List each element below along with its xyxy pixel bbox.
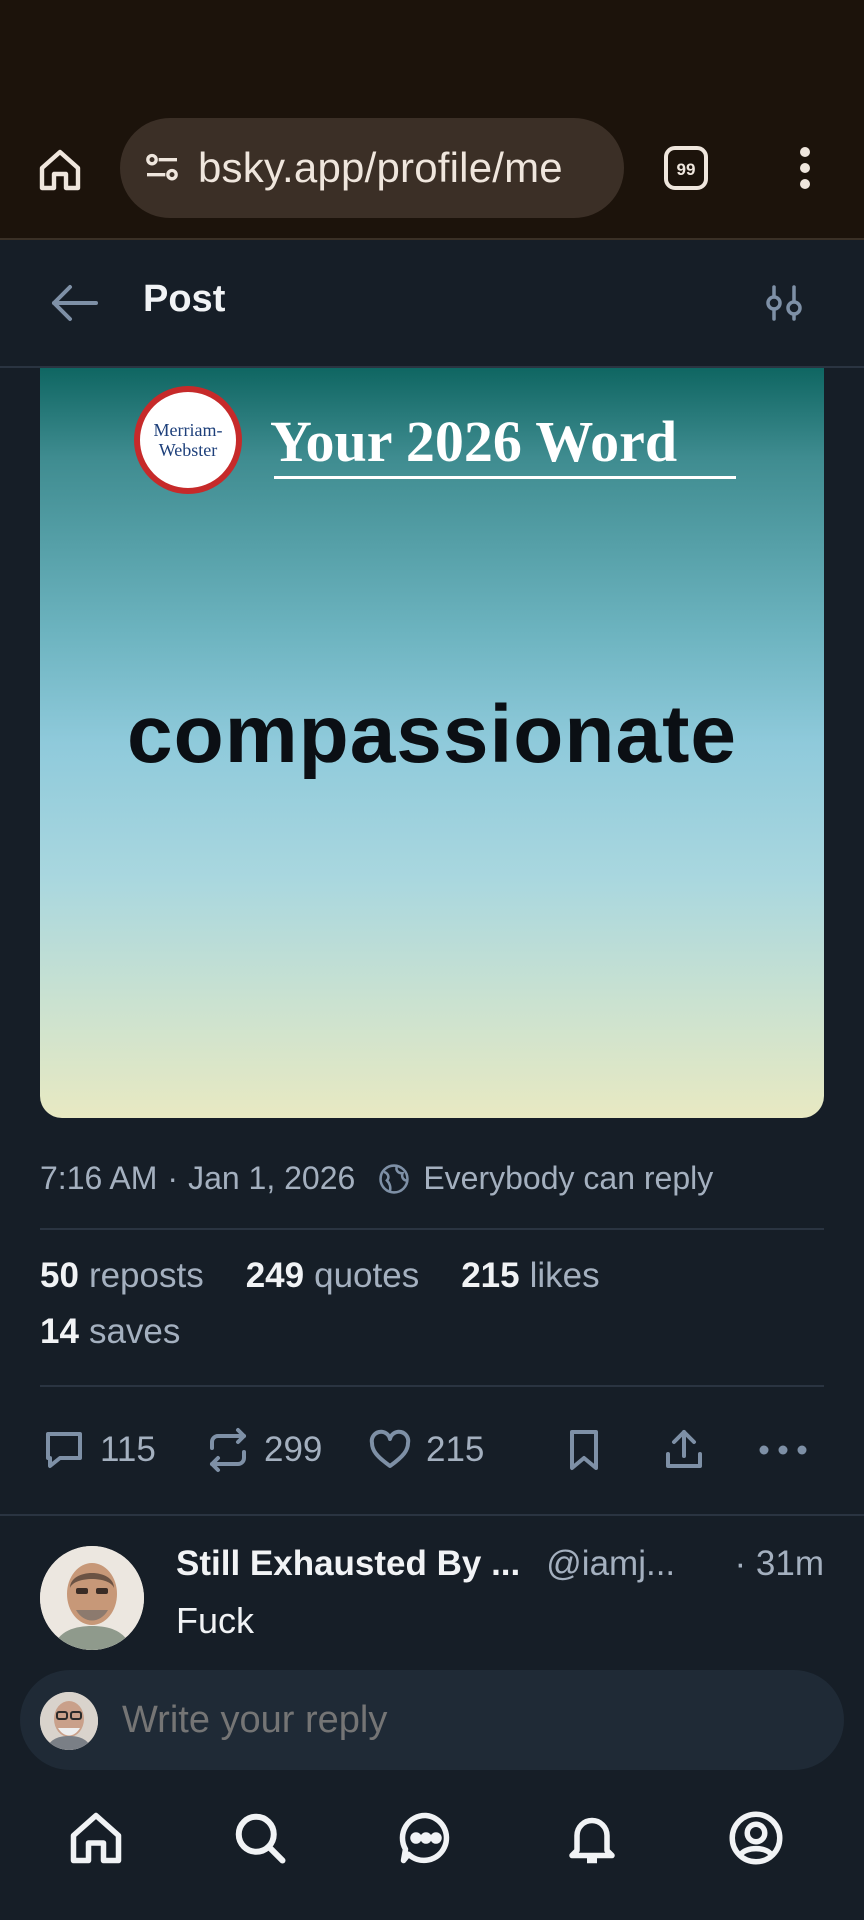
- post-image[interactable]: Merriam- Webster Your 2026 Word compassi…: [40, 368, 824, 1118]
- bell-icon: [569, 1817, 615, 1864]
- browser-menu-button[interactable]: [780, 138, 830, 198]
- quotes-stat[interactable]: 249 quotes: [246, 1256, 420, 1296]
- post-meta: 7:16 AM · Jan 1, 2026 Everybody can repl…: [40, 1160, 713, 1197]
- nav-chat[interactable]: [386, 1798, 466, 1878]
- reply-composer[interactable]: [20, 1670, 844, 1770]
- tab-switcher-button[interactable]: 99: [656, 138, 716, 198]
- post-actions: 115 299 215: [40, 1420, 824, 1480]
- reply-author-name[interactable]: Still Exhausted By ...: [176, 1544, 520, 1584]
- reply-setting[interactable]: Everybody can reply: [423, 1160, 713, 1197]
- divider: [0, 1514, 864, 1516]
- divider: [40, 1228, 824, 1230]
- status-bar: [0, 0, 864, 110]
- arrow-left-icon: [52, 285, 98, 321]
- nav-notifications[interactable]: [552, 1798, 632, 1878]
- repost-count: 299: [264, 1430, 323, 1469]
- heart-icon: [369, 1429, 411, 1468]
- profile-icon: [729, 1811, 783, 1865]
- chat-icon: [399, 1812, 450, 1864]
- bookmark-icon: [570, 1430, 598, 1470]
- logo-text-line2: Webster: [158, 440, 218, 460]
- repost-icon: [210, 1428, 246, 1472]
- reply-button[interactable]: 115: [40, 1420, 156, 1480]
- post-time: 7:16 AM: [40, 1160, 158, 1196]
- nav-home[interactable]: [56, 1798, 136, 1878]
- merriam-webster-logo: Merriam- Webster: [134, 386, 242, 494]
- likes-stat[interactable]: 215 likes: [461, 1256, 599, 1296]
- reply-author-handle[interactable]: @iamj...: [546, 1544, 675, 1584]
- app-header: Post: [0, 240, 864, 368]
- browser-toolbar: bsky.app/profile/me 99: [0, 110, 864, 240]
- avatar[interactable]: [40, 1546, 144, 1650]
- nav-search[interactable]: [220, 1798, 300, 1878]
- reply-time: · 31m: [734, 1544, 824, 1583]
- like-button[interactable]: 215: [366, 1420, 484, 1480]
- browser-home-button[interactable]: [30, 140, 90, 200]
- like-count: 215: [426, 1430, 485, 1469]
- image-heading: Your 2026 Word: [270, 409, 678, 474]
- tab-count: 99: [677, 160, 696, 179]
- reply-text: Fuck: [176, 1600, 255, 1641]
- divider: [40, 1385, 824, 1387]
- bookmark-button[interactable]: [560, 1420, 620, 1480]
- repost-button[interactable]: 299: [204, 1420, 322, 1480]
- nav-profile[interactable]: [716, 1798, 796, 1878]
- word-of-year: compassionate: [127, 689, 737, 780]
- share-button[interactable]: [660, 1420, 720, 1480]
- post-date: Jan 1, 2026: [188, 1160, 356, 1196]
- reposts-stat[interactable]: 50 reposts: [40, 1256, 204, 1296]
- heading-underline: [274, 476, 736, 479]
- separator-dot: ·: [167, 1160, 179, 1196]
- globe-icon: [377, 1162, 411, 1196]
- share-icon: [666, 1430, 702, 1468]
- home-icon: [39, 149, 81, 191]
- more-options-button[interactable]: [758, 1420, 820, 1480]
- more-horizontal-icon: [759, 1445, 807, 1455]
- url-text[interactable]: bsky.app/profile/me: [198, 144, 563, 192]
- home-icon: [70, 1812, 122, 1864]
- reply-header: Still Exhausted By ... @iamj... · 31m: [176, 1544, 824, 1584]
- back-button[interactable]: [40, 273, 110, 333]
- logo-text-line1: Merriam-: [153, 420, 223, 440]
- more-vertical-icon: [800, 147, 810, 189]
- page-title: Post: [143, 278, 226, 320]
- address-bar[interactable]: bsky.app/profile/me: [120, 118, 624, 218]
- site-settings-icon[interactable]: [140, 146, 184, 190]
- search-icon: [235, 1813, 286, 1864]
- saves-stat: 14 saves: [40, 1312, 181, 1351]
- comment-icon: [46, 1432, 82, 1468]
- avatar: [40, 1692, 98, 1750]
- bottom-nav: [0, 1776, 864, 1920]
- thread-settings-button[interactable]: [754, 273, 814, 333]
- tabs-icon: 99: [664, 146, 708, 190]
- sliders-icon: [766, 285, 802, 321]
- reply-input[interactable]: [120, 1698, 804, 1743]
- reply-count: 115: [100, 1430, 156, 1469]
- post-stats: 50 reposts 249 quotes 215 likes 14 saves: [40, 1256, 600, 1368]
